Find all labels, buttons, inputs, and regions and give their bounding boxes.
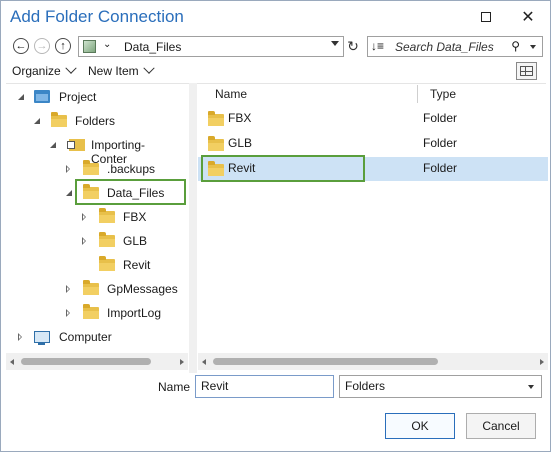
up-arrow-icon: ↑ <box>60 39 66 52</box>
expand-icon[interactable] <box>66 165 70 173</box>
chevron-down-icon[interactable]: ⌄ <box>103 39 111 50</box>
column-header-type[interactable]: Type <box>430 83 456 105</box>
back-arrow-icon: ← <box>15 39 27 52</box>
folder-icon <box>51 112 67 127</box>
location-icon <box>83 40 96 53</box>
folder-icon <box>99 232 115 247</box>
tree-item-label: Project <box>59 90 97 104</box>
expand-icon[interactable] <box>34 118 40 124</box>
refresh-icon: ↻ <box>347 38 359 54</box>
address-bar[interactable]: ⌄ Data_Files <box>78 36 344 57</box>
close-button[interactable]: ✕ <box>517 7 539 27</box>
folder-icon <box>208 136 224 151</box>
scroll-right-icon[interactable] <box>180 359 184 365</box>
expand-icon[interactable] <box>18 333 22 341</box>
list-row-glb[interactable]: GLB Folder <box>198 132 548 156</box>
name-bar: Name Revit Folders <box>1 375 550 401</box>
new-item-label: New Item <box>88 64 139 78</box>
tree-item-label: GLB <box>123 234 148 248</box>
pane-splitter[interactable] <box>189 83 197 373</box>
scroll-right-icon[interactable] <box>540 359 544 365</box>
forward-arrow-icon: → <box>36 39 48 52</box>
sort-icon[interactable]: ↓≡ <box>371 39 384 53</box>
name-label: Name <box>158 380 191 394</box>
back-button[interactable]: ← <box>13 38 29 54</box>
project-icon <box>34 90 50 103</box>
folder-icon <box>83 160 99 175</box>
ok-label: OK <box>411 419 429 433</box>
navigation-toolbar: ← → ↑ ⌄ Data_Files ↻ ↓≡ Search Data_File… <box>1 35 550 59</box>
close-icon: ✕ <box>521 9 535 26</box>
scrollbar-thumb[interactable] <box>21 358 151 365</box>
tree-item-label: GpMessages <box>107 282 178 296</box>
list-item-name: GLB <box>228 136 253 150</box>
column-name-label: Name <box>215 87 248 101</box>
cancel-label: Cancel <box>482 419 520 433</box>
folder-icon <box>83 304 99 319</box>
tree-item-label: Folders <box>75 114 116 128</box>
computer-icon <box>34 331 50 345</box>
scroll-left-icon[interactable] <box>10 359 14 365</box>
scroll-left-icon[interactable] <box>202 359 206 365</box>
organize-menu[interactable]: Organize <box>12 62 77 78</box>
tree-item-label: .backups <box>107 162 156 176</box>
expand-icon[interactable] <box>82 237 86 245</box>
filter-value: Folders <box>345 379 386 393</box>
organize-label: Organize <box>12 64 61 78</box>
folder-tree: Project Folders Importing-Conter .backup… <box>6 83 190 373</box>
list-item-type: Folder <box>423 111 458 125</box>
expand-icon[interactable] <box>66 285 70 293</box>
tree-horizontal-scrollbar[interactable] <box>6 353 188 370</box>
address-dropdown-icon[interactable] <box>331 41 339 46</box>
file-list: Name Type FBX Folder GLB Folder Revit Fo… <box>198 83 548 373</box>
name-input[interactable]: Revit <box>195 375 334 398</box>
tree-item-label: ImportLog <box>107 306 162 320</box>
add-folder-connection-dialog: Add Folder Connection ✕ ← → ↑ ⌄ Data_Fil… <box>0 0 551 452</box>
expand-icon[interactable] <box>82 213 86 221</box>
view-details-button[interactable] <box>516 62 537 80</box>
dialog-title: Add Folder Connection <box>10 7 184 26</box>
column-type-label: Type <box>430 87 457 101</box>
list-item-name: FBX <box>228 111 252 125</box>
cancel-button[interactable]: Cancel <box>466 413 536 439</box>
tree-selection-highlight <box>75 179 186 205</box>
address-path: Data_Files <box>124 40 182 54</box>
menu-bar: Organize New Item <box>1 62 550 82</box>
home-folder-icon <box>67 139 85 151</box>
new-item-menu[interactable]: New Item <box>88 62 155 78</box>
folder-icon <box>99 208 115 223</box>
list-item-type: Folder <box>423 161 458 175</box>
folder-icon <box>208 111 224 126</box>
list-item-type: Folder <box>423 136 458 150</box>
expand-icon[interactable] <box>18 94 24 100</box>
chevron-down-icon <box>528 385 534 389</box>
search-input[interactable]: Search Data_Files <box>395 40 494 54</box>
filter-select[interactable]: Folders <box>339 375 542 398</box>
column-divider[interactable] <box>417 85 418 103</box>
tree-item-label: Computer <box>59 330 112 344</box>
search-dropdown-icon[interactable] <box>530 45 536 49</box>
search-icon[interactable]: ⚲ <box>511 39 520 53</box>
maximize-icon <box>481 12 491 22</box>
refresh-button[interactable]: ↻ <box>344 36 362 57</box>
column-header-name[interactable]: Name <box>215 83 247 105</box>
chevron-down-icon <box>143 62 155 74</box>
tree-item-label: Revit <box>123 258 151 272</box>
up-button[interactable]: ↑ <box>55 38 71 54</box>
forward-button[interactable]: → <box>34 38 50 54</box>
expand-icon[interactable] <box>66 309 70 317</box>
chevron-down-icon <box>65 62 77 74</box>
tree-item-label: FBX <box>123 210 147 224</box>
maximize-button[interactable] <box>475 7 497 27</box>
folder-icon <box>99 256 115 271</box>
list-row-fbx[interactable]: FBX Folder <box>198 107 548 131</box>
ok-button[interactable]: OK <box>385 413 455 439</box>
scrollbar-thumb[interactable] <box>213 358 438 365</box>
expand-icon[interactable] <box>66 190 72 196</box>
search-box[interactable]: ↓≡ Search Data_Files ⚲ <box>367 36 543 57</box>
folder-icon <box>83 280 99 295</box>
expand-icon[interactable] <box>50 142 56 148</box>
list-horizontal-scrollbar[interactable] <box>198 353 548 370</box>
list-selection-highlight <box>201 155 365 182</box>
